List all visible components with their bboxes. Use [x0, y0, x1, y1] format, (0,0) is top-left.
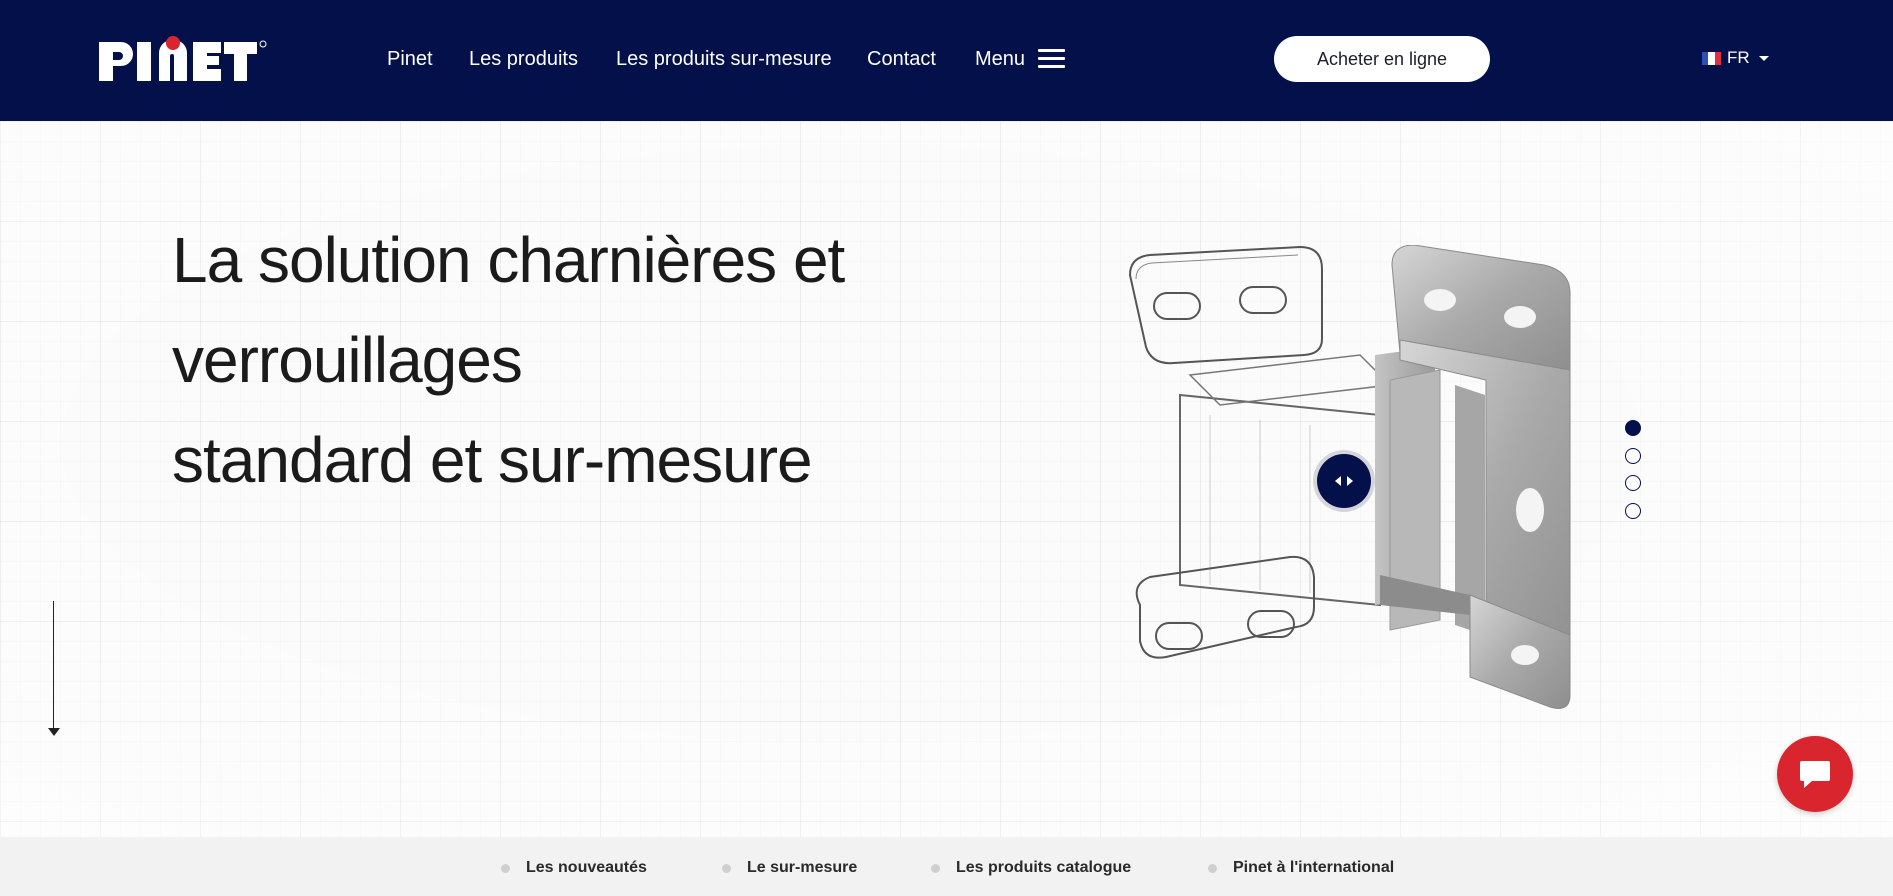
pinet-logo[interactable]: [97, 36, 267, 84]
link-international[interactable]: Pinet à l'international: [1208, 859, 1394, 877]
slider-dot-2[interactable]: [1625, 448, 1641, 464]
chat-bubble-icon: [1800, 761, 1830, 788]
link-label: Pinet à l'international: [1233, 859, 1395, 876]
hamburger-icon[interactable]: [1038, 49, 1065, 70]
bullet-icon: [1208, 863, 1217, 873]
language-selector[interactable]: FR: [1702, 48, 1769, 68]
bullet-icon: [501, 863, 510, 873]
hero-title-line: La solution charnières et: [172, 224, 845, 296]
link-label: Les produits catalogue: [956, 859, 1132, 876]
arrow-down-icon[interactable]: [48, 728, 60, 736]
left-right-arrows-icon: [1317, 454, 1371, 508]
nav-pinet[interactable]: Pinet: [387, 47, 433, 71]
section-links-bar: Les nouveautés Le sur-mesure Les produit…: [0, 837, 1893, 896]
bullet-icon: [722, 863, 731, 873]
nav-les-produits[interactable]: Les produits: [469, 47, 578, 71]
link-nouveautes[interactable]: Les nouveautés: [501, 859, 647, 877]
french-flag-icon: [1702, 51, 1721, 65]
hero-title-line: standard et sur-mesure: [172, 424, 813, 496]
language-label: FR: [1727, 48, 1750, 67]
chat-button[interactable]: [1777, 736, 1853, 812]
slider-dot-1[interactable]: [1625, 420, 1641, 436]
slider-pagination: [1625, 420, 1643, 520]
link-label: Le sur-mesure: [747, 859, 858, 876]
site-header: Pinet Les produits Les produits sur-mesu…: [0, 0, 1893, 121]
nav-produits-sur-mesure[interactable]: Les produits sur-mesure: [616, 47, 832, 71]
image-compare-handle[interactable]: [1313, 450, 1375, 512]
slider-dot-4[interactable]: [1625, 503, 1641, 519]
buy-online-button[interactable]: Acheter en ligne: [1274, 36, 1490, 82]
link-label: Les nouveautés: [526, 859, 647, 876]
caret-down-icon: [1758, 55, 1769, 61]
link-produits-catalogue[interactable]: Les produits catalogue: [931, 859, 1131, 877]
link-sur-mesure[interactable]: Le sur-mesure: [722, 859, 857, 877]
hero-title-line: verrouillages: [172, 324, 523, 396]
scroll-down-line[interactable]: [53, 601, 54, 729]
nav-menu[interactable]: Menu: [975, 47, 1025, 71]
bullet-icon: [931, 863, 940, 873]
nav-contact[interactable]: Contact: [867, 47, 936, 71]
hero-title: La solution charnières et verrouillages …: [172, 210, 932, 510]
slider-dot-3[interactable]: [1625, 475, 1641, 491]
